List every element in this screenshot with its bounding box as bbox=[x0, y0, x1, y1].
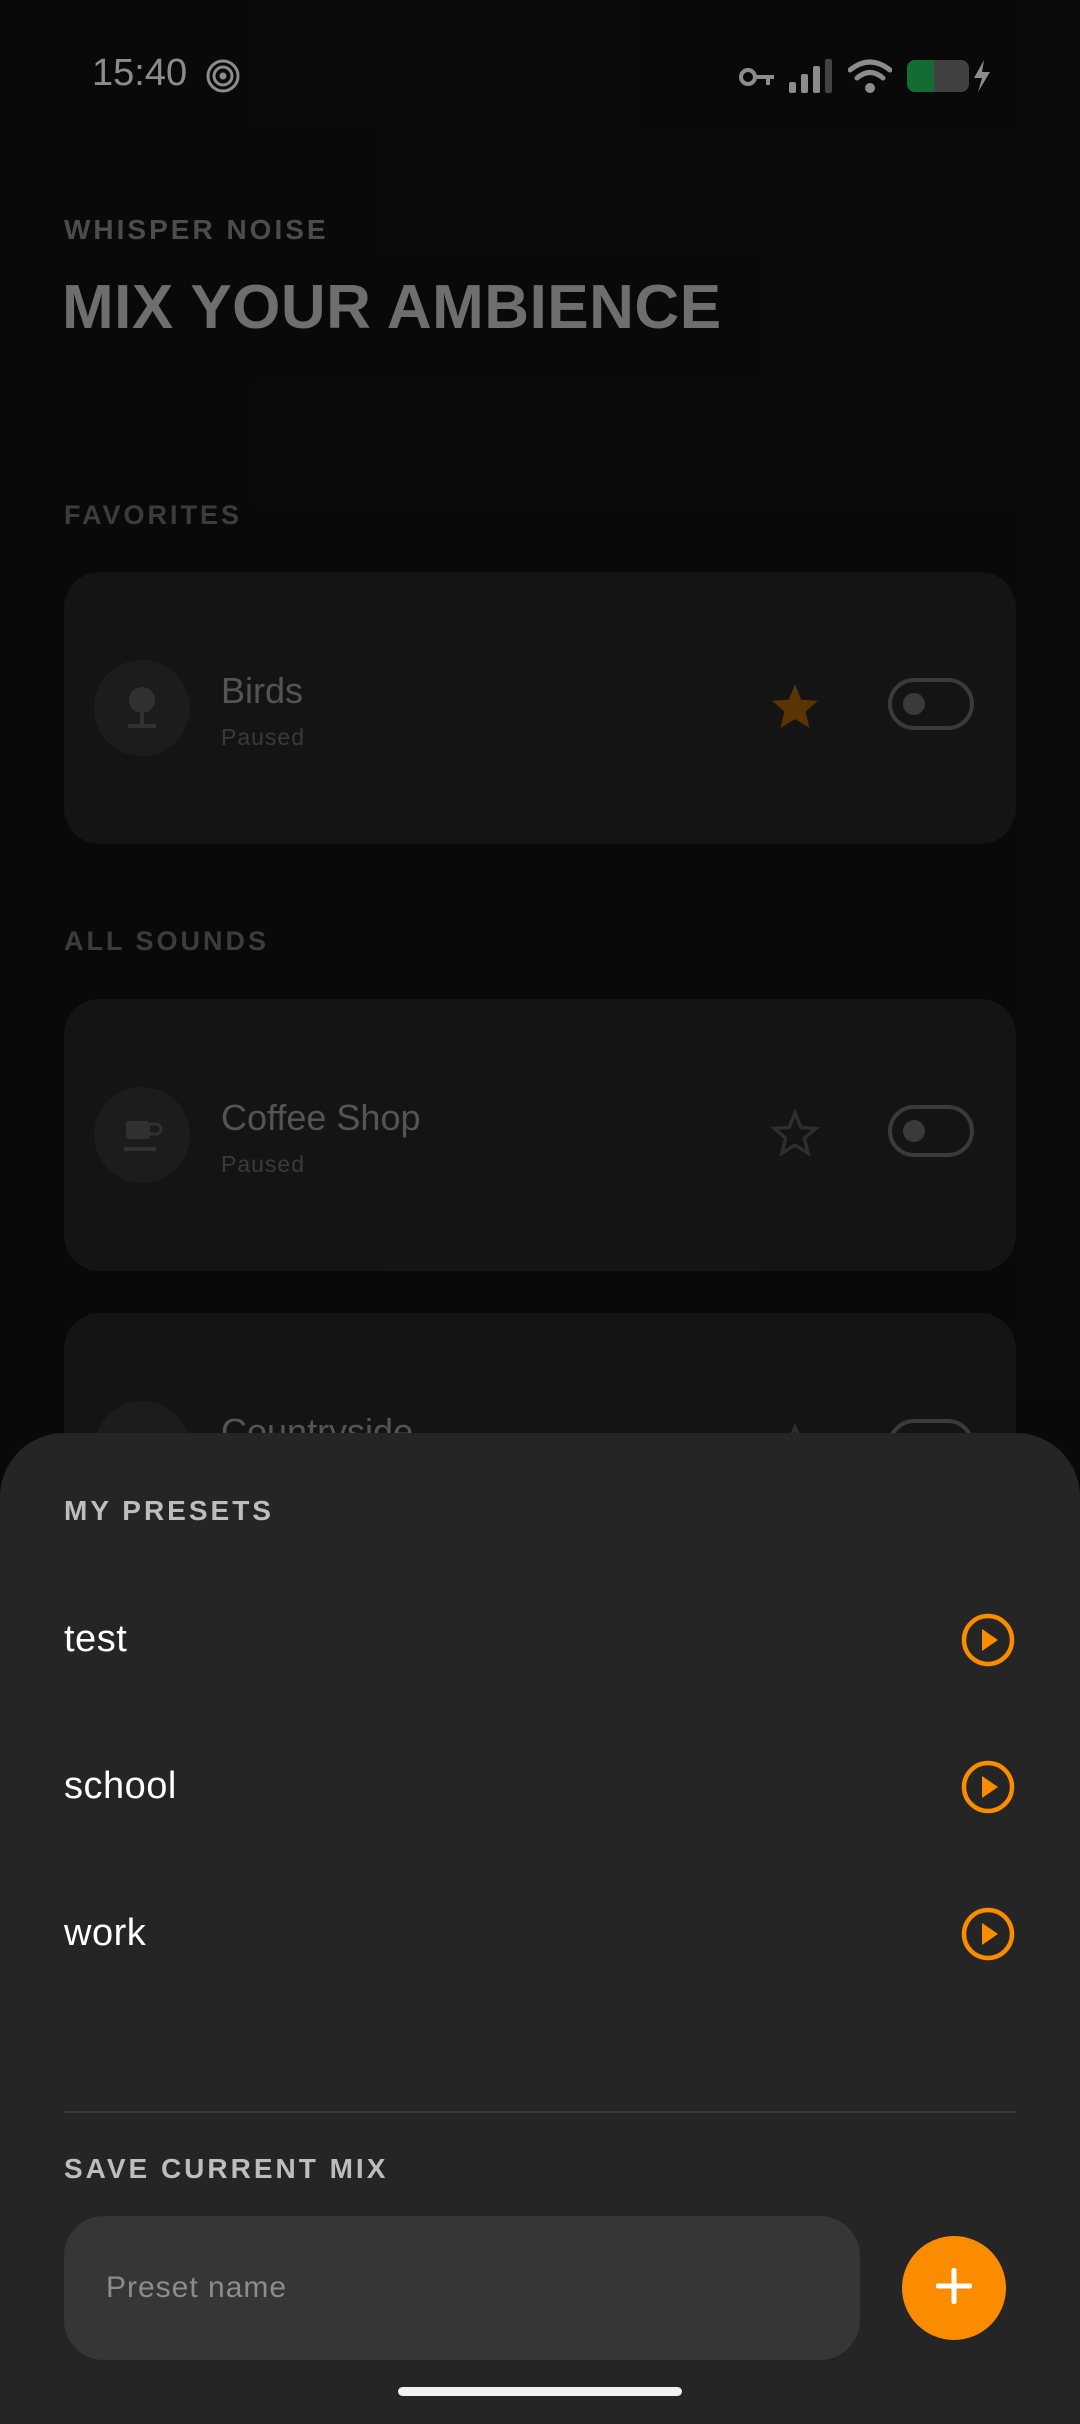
add-preset-button[interactable] bbox=[902, 2236, 1006, 2340]
play-circle-icon[interactable] bbox=[960, 1759, 1016, 1815]
presets-heading: MY PRESETS bbox=[64, 1495, 274, 1526]
preset-name: school bbox=[64, 1765, 177, 1807]
preset-name: work bbox=[64, 1912, 147, 1954]
preset-name-input[interactable] bbox=[64, 2216, 860, 2360]
divider bbox=[64, 2111, 1016, 2113]
preset-row-work[interactable]: work bbox=[64, 1884, 1016, 1984]
preset-row-school[interactable]: school bbox=[64, 1737, 1016, 1837]
preset-name: test bbox=[64, 1618, 128, 1660]
presets-bottom-sheet: MY PRESETS test school work SAVE CURRENT… bbox=[0, 1433, 1080, 2424]
home-indicator[interactable] bbox=[398, 2387, 682, 2396]
play-circle-icon[interactable] bbox=[960, 1612, 1016, 1668]
plus-icon bbox=[932, 2264, 976, 2313]
play-circle-icon[interactable] bbox=[960, 1906, 1016, 1962]
preset-row-test[interactable]: test bbox=[64, 1590, 1016, 1690]
save-mix-heading: SAVE CURRENT MIX bbox=[64, 2153, 389, 2184]
